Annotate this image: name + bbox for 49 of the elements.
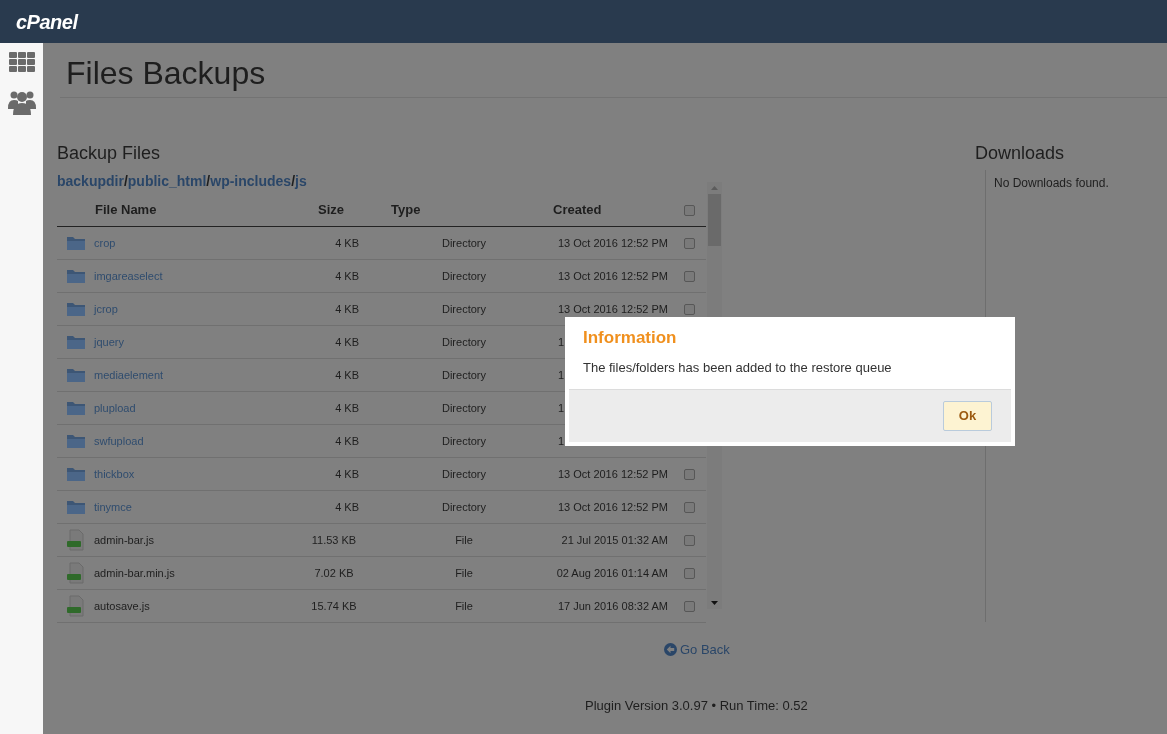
- dialog-title: Information: [582, 327, 678, 349]
- size-cell-text: 4 KB: [335, 400, 360, 416]
- created-cell-text: 13 Oct 2016 12:52 PM: [557, 301, 669, 317]
- type-cell-text: Directory: [442, 499, 486, 515]
- type-cell-text: Directory: [442, 433, 486, 449]
- type-cell-text: Directory: [442, 466, 486, 482]
- page-title: Files Backups: [66, 54, 267, 93]
- empty-message: No Downloads found.: [994, 176, 1109, 190]
- type-cell-text: Directory: [442, 334, 486, 350]
- section-title: Downloads: [975, 142, 1066, 164]
- created-cell-text: 1: [558, 400, 565, 416]
- size-cell-text: 4 KB: [335, 433, 360, 449]
- size-cell-text: 4 KB: [335, 466, 360, 482]
- size-cell-text: 4 KB: [335, 235, 360, 251]
- size-cell-text: 7.02 KB: [314, 565, 354, 581]
- created-cell-text: 13 Oct 2016 12:52 PM: [557, 268, 669, 284]
- created-cell-text: 13 Oct 2016 12:52 PM: [557, 235, 669, 251]
- footer-text: Plugin Version 3.0.97 • Run Time: 0.52: [585, 696, 808, 715]
- type-cell-text: File: [455, 598, 473, 614]
- file-name: admin-bar.js: [94, 532, 154, 548]
- section-title: Backup Files: [57, 142, 162, 164]
- created-cell-text: 1: [558, 433, 565, 449]
- dialog-message: The files/folders has been added to the restore queue: [582, 359, 893, 377]
- type-cell-text: File: [455, 565, 473, 581]
- file-name: autosave.js: [94, 598, 150, 614]
- created-cell-text: 17 Jun 2016 08:32 AM: [557, 598, 669, 614]
- created-cell-text: 13 Oct 2016 12:52 PM: [557, 499, 669, 515]
- path-separator: /: [206, 172, 211, 190]
- type-cell-text: File: [455, 532, 473, 548]
- size-cell-text: 15.74 KB: [311, 598, 357, 614]
- path-separator: /: [291, 172, 296, 190]
- size-cell-text: 4 KB: [335, 301, 360, 317]
- created-cell-text: 02 Aug 2016 01:14 AM: [556, 565, 669, 581]
- created-cell-text: 1: [558, 367, 565, 383]
- file-name: admin-bar.min.js: [94, 565, 175, 581]
- type-cell-text: Directory: [442, 367, 486, 383]
- size-cell-text: 11.53 KB: [311, 532, 357, 548]
- type-cell-text: Directory: [442, 400, 486, 416]
- type-cell-text: Directory: [442, 301, 486, 317]
- size-cell-text: 4 KB: [335, 367, 360, 383]
- created-cell-text: 13 Oct 2016 12:52 PM: [557, 466, 669, 482]
- size-cell-text: 4 KB: [335, 499, 360, 515]
- size-cell-text: 4 KB: [335, 268, 360, 284]
- path-separator: /: [123, 172, 128, 190]
- type-cell-text: Directory: [442, 235, 486, 251]
- type-cell-text: Directory: [442, 268, 486, 284]
- created-cell-text: 21 Jul 2015 01:32 AM: [561, 532, 669, 548]
- created-cell-text: 1: [558, 334, 565, 350]
- size-cell-text: 4 KB: [335, 334, 360, 350]
